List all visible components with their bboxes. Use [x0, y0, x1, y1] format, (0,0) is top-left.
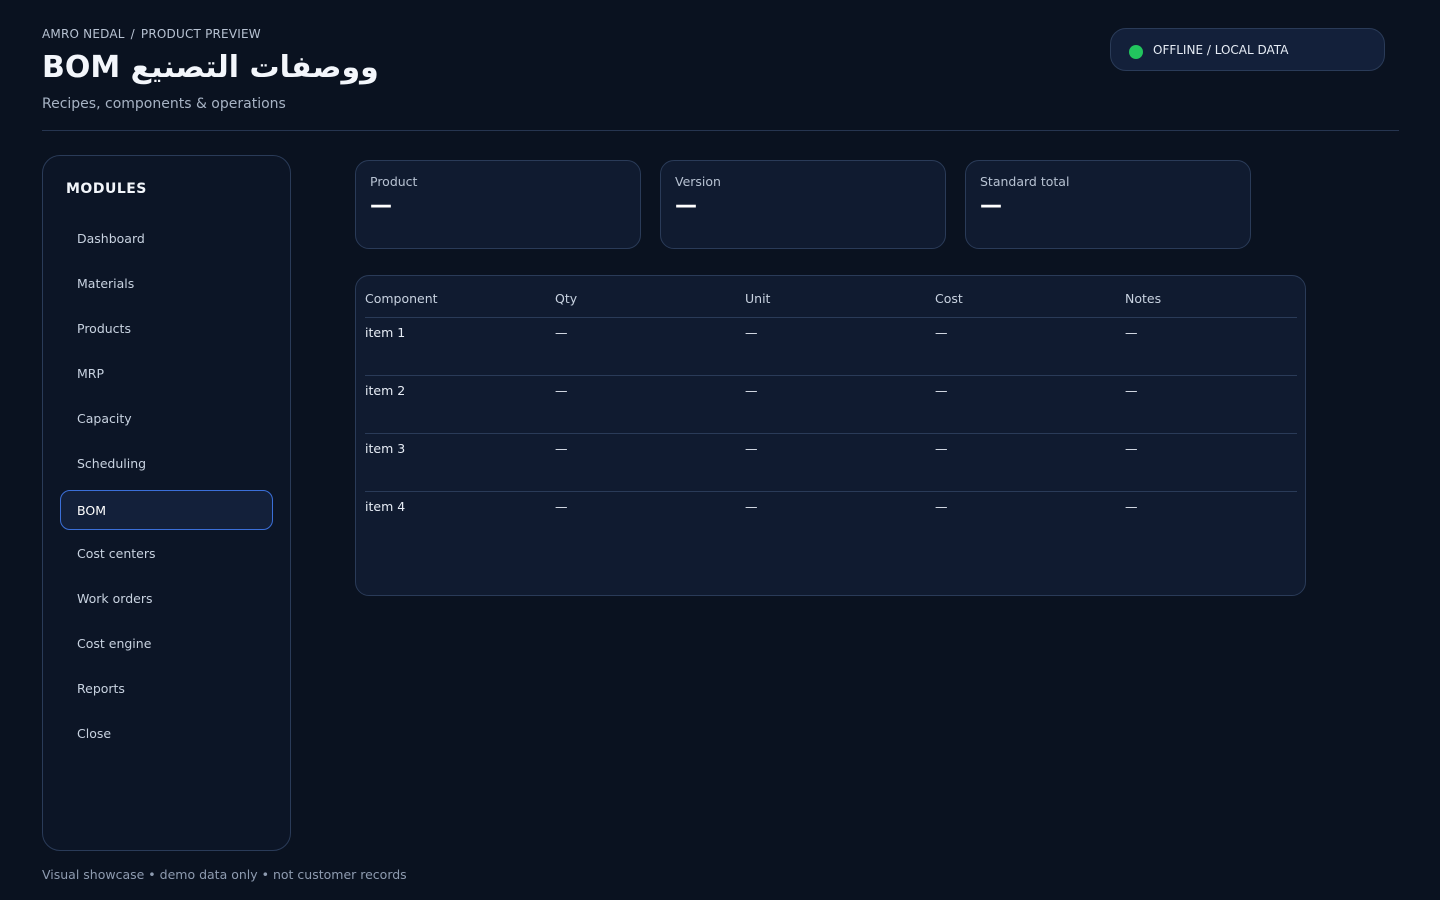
sidebar-item-bom[interactable]: BOM [60, 490, 273, 530]
column-header-notes[interactable]: Notes [1125, 291, 1161, 306]
sidebar-item-capacity[interactable]: Capacity [60, 398, 273, 438]
table-row[interactable]: item 4 — — — — [365, 492, 1297, 550]
header-divider [42, 130, 1399, 131]
stat-value: — [370, 193, 392, 218]
breadcrumb-item-section[interactable]: PRODUCT PREVIEW [141, 27, 261, 41]
sidebar-item-mrp[interactable]: MRP [60, 353, 273, 393]
cell-notes: — [1125, 441, 1138, 456]
cell-unit: — [745, 441, 758, 456]
breadcrumb: AMRO NEDAL / PRODUCT PREVIEW [42, 27, 261, 41]
stat-value: — [675, 193, 697, 218]
sidebar-item-reports[interactable]: Reports [60, 668, 273, 708]
column-header-unit[interactable]: Unit [745, 291, 770, 306]
cell-unit: — [745, 383, 758, 398]
cell-cost: — [935, 325, 948, 340]
status-badge: OFFLINE / LOCAL DATA [1110, 28, 1385, 71]
page-subtitle: Recipes, components & operations [42, 96, 286, 112]
stat-card-standard-total: Standard total — [965, 160, 1251, 249]
cell-component: item 1 [365, 325, 406, 340]
cell-qty: — [555, 325, 568, 340]
cell-notes: — [1125, 325, 1138, 340]
table-row[interactable]: item 2 — — — — [365, 376, 1297, 434]
status-dot-icon [1129, 44, 1143, 59]
table-row[interactable]: item 1 — — — — [365, 318, 1297, 376]
cell-qty: — [555, 499, 568, 514]
breadcrumb-item-company[interactable]: AMRO NEDAL [42, 27, 125, 41]
stat-card-product: Product — [355, 160, 641, 249]
cell-unit: — [745, 325, 758, 340]
bom-table: Component Qty Unit Cost Notes item 1 — —… [355, 275, 1306, 596]
cell-component: item 2 [365, 383, 406, 398]
cell-notes: — [1125, 499, 1138, 514]
cell-cost: — [935, 499, 948, 514]
sidebar-item-work-orders[interactable]: Work orders [60, 578, 273, 618]
column-header-qty[interactable]: Qty [555, 291, 577, 306]
stat-label: Version [675, 174, 721, 189]
table-header: Component Qty Unit Cost Notes [365, 276, 1297, 318]
status-label: OFFLINE / LOCAL DATA [1153, 42, 1289, 57]
column-header-component[interactable]: Component [365, 291, 438, 306]
cell-cost: — [935, 441, 948, 456]
cell-qty: — [555, 383, 568, 398]
sidebar-item-scheduling[interactable]: Scheduling [60, 443, 273, 483]
sidebar-item-products[interactable]: Products [60, 308, 273, 348]
stat-value: — [980, 193, 1002, 218]
sidebar-heading: MODULES [66, 181, 147, 197]
sidebar-item-cost-engine[interactable]: Cost engine [60, 623, 273, 663]
cell-notes: — [1125, 383, 1138, 398]
table-row[interactable]: item 3 — — — — [365, 434, 1297, 492]
cell-component: item 4 [365, 499, 406, 514]
page-title: BOM ووصفات التصنيع [42, 50, 379, 85]
cell-cost: — [935, 383, 948, 398]
footer-note: Visual showcase • demo data only • not c… [42, 867, 407, 882]
cell-component: item 3 [365, 441, 406, 456]
stat-label: Standard total [980, 174, 1070, 189]
sidebar-item-close[interactable]: Close [60, 713, 273, 753]
stat-label: Product [370, 174, 418, 189]
cell-qty: — [555, 441, 568, 456]
sidebar: MODULES Dashboard Materials Products MRP… [42, 155, 291, 851]
cell-unit: — [745, 499, 758, 514]
sidebar-item-materials[interactable]: Materials [60, 263, 273, 303]
breadcrumb-separator: / [130, 27, 135, 41]
sidebar-item-dashboard[interactable]: Dashboard [60, 218, 273, 258]
column-header-cost[interactable]: Cost [935, 291, 963, 306]
sidebar-item-cost-centers[interactable]: Cost centers [60, 533, 273, 573]
stat-card-version: Version — [660, 160, 946, 249]
